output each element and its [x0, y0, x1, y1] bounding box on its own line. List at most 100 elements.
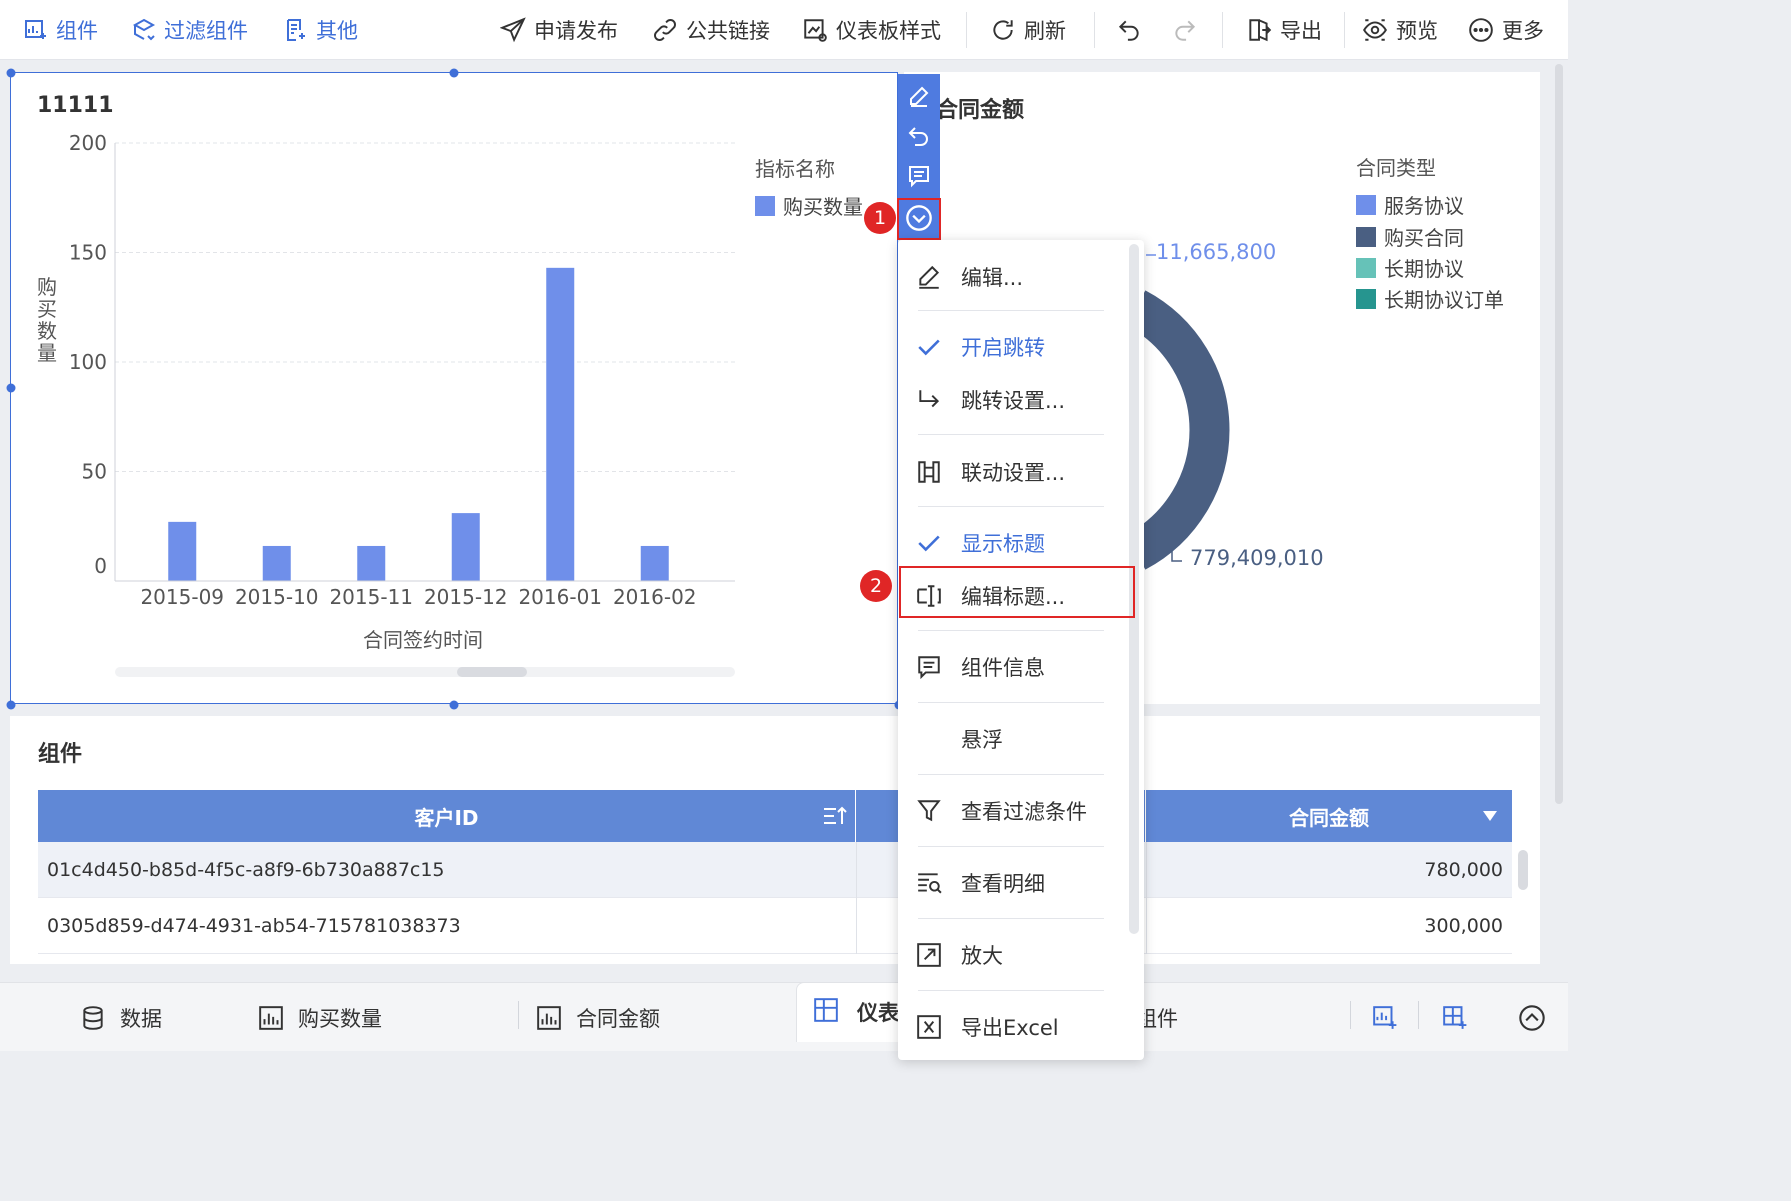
table-scrollbar-thumb[interactable] [1518, 850, 1528, 890]
tab-data[interactable]: 数据 [80, 983, 162, 1052]
menu-separator [918, 434, 1104, 435]
dashboard-style-button[interactable]: 仪表板样式 [802, 0, 941, 60]
table-row[interactable]: 0305d859-d474-4931-ab54-715781038373 300… [38, 898, 1512, 954]
check-icon [916, 334, 942, 360]
menu-item-view-filters[interactable]: 查看过滤条件 [898, 786, 1130, 836]
bar[interactable] [451, 513, 480, 581]
public-link-button[interactable]: 公共链接 [652, 0, 770, 60]
menu-item-label: 显示标题 [961, 532, 1045, 556]
menu-item-view-detail[interactable]: 查看明细 [898, 858, 1130, 908]
edit-component-button[interactable] [898, 76, 940, 116]
page-scrollbar-thumb[interactable] [1555, 64, 1563, 804]
column-header-customer-id[interactable]: 客户ID [38, 790, 856, 842]
donut-legend-item[interactable]: 购买合同 [1356, 222, 1464, 251]
menu-item-component-info[interactable]: 组件信息 [898, 642, 1130, 692]
add-chart-button[interactable] [1372, 983, 1398, 1052]
cell-divider [1146, 898, 1147, 954]
x-tick-label: 2015-11 [329, 585, 413, 609]
tab-contract-amount[interactable]: 合同金额 [536, 983, 660, 1052]
table-row[interactable]: 01c4d450-b85d-4f5c-a8f9-6b730a887c15 780… [38, 842, 1512, 898]
menu-item-float[interactable]: 悬浮 [898, 714, 1130, 764]
chart-scrollbar-track[interactable] [115, 667, 735, 677]
add-dashboard-button[interactable] [1442, 983, 1468, 1052]
column-header-label: 合同金额 [1289, 805, 1369, 830]
resize-handle[interactable] [6, 68, 16, 78]
refresh-button[interactable]: 刷新 [990, 0, 1066, 60]
undo-icon [1116, 17, 1142, 43]
tab-divider [1418, 1001, 1419, 1029]
donut-legend-item[interactable]: 服务协议 [1356, 190, 1464, 219]
undo-component-button[interactable] [898, 116, 940, 156]
check-icon [916, 530, 942, 556]
menu-separator [918, 990, 1104, 991]
redo-button[interactable] [1172, 0, 1198, 60]
menu-item-label: 跳转设置... [961, 389, 1066, 413]
bar[interactable] [262, 545, 291, 581]
add-component-icon [24, 18, 48, 42]
send-icon [500, 17, 526, 43]
other-icon [284, 18, 308, 42]
menu-item-linkage-settings[interactable]: 联动设置... [898, 447, 1130, 497]
more-button[interactable]: 更多 [1468, 0, 1544, 60]
other-button[interactable]: 其他 [284, 0, 358, 60]
bar[interactable] [640, 545, 669, 581]
x-tick-label: 2016-01 [518, 585, 602, 609]
preview-button[interactable]: 预览 [1362, 0, 1438, 60]
export-icon [1246, 17, 1272, 43]
export-excel-icon [916, 1014, 942, 1040]
resize-handle[interactable] [449, 68, 459, 78]
comment-icon [907, 164, 931, 188]
bar-legend-item[interactable]: 购买数量 [755, 191, 863, 220]
menu-item-enable-jump[interactable]: 开启跳转 [898, 322, 1130, 372]
page-scrollbar[interactable] [1552, 64, 1566, 804]
menu-item-label: 编辑... [961, 266, 1024, 290]
column-header-contract-amount[interactable]: 合同金额 [1146, 790, 1512, 842]
menu-item-jump-settings[interactable]: 跳转设置... [898, 375, 1130, 425]
bar[interactable] [168, 521, 197, 581]
menu-item-export-excel[interactable]: 导出Excel [898, 1002, 1130, 1052]
bar[interactable] [546, 267, 575, 581]
toolbar-divider [1344, 12, 1345, 48]
comment-button[interactable] [898, 156, 940, 196]
bar-chart-card[interactable]: 11111 200 150 100 50 0 2015-09 2015-10 2015-11… [6, 68, 904, 710]
donut-value-label: 11,665,800 [1156, 240, 1277, 264]
chevron-up-circle-icon [1518, 1004, 1546, 1032]
y-tick-label: 150 [69, 241, 107, 265]
x-tick-label: 2015-10 [235, 585, 319, 609]
resize-handle[interactable] [6, 700, 16, 710]
publish-button[interactable]: 申请发布 [500, 0, 618, 60]
menu-item-edit[interactable]: 编辑... [898, 252, 1130, 302]
dropdown-triangle-icon[interactable] [1482, 809, 1498, 823]
cell-contract-amount: 300,000 [1424, 915, 1503, 937]
info-icon [916, 654, 942, 680]
filter-component-button[interactable]: 过滤组件 [132, 0, 248, 60]
export-button[interactable]: 导出 [1246, 0, 1322, 60]
undo-icon [907, 124, 931, 148]
cell-contract-amount: 780,000 [1424, 859, 1503, 881]
menu-separator [918, 506, 1104, 507]
chart-scrollbar-thumb[interactable] [457, 667, 527, 677]
bar[interactable] [357, 545, 386, 581]
resize-handle[interactable] [6, 383, 16, 393]
y-axis-title: 购买数量 [37, 275, 57, 365]
highlight-box-step-2 [899, 566, 1135, 618]
toolbar-divider [1094, 12, 1095, 48]
table-card[interactable]: 组件 客户ID 合同金额 01c4d450-b85d-4f5c-a8f9-6b7… [10, 716, 1540, 964]
collapse-button[interactable] [1518, 983, 1546, 1052]
menu-separator [918, 918, 1104, 919]
edit-icon [916, 264, 942, 290]
tab-label: 仪表 [857, 1001, 899, 1025]
undo-button[interactable] [1116, 0, 1142, 60]
tab-purchase-quantity[interactable]: 购买数量 [258, 983, 382, 1052]
donut-legend-item[interactable]: 长期协议订单 [1356, 284, 1504, 313]
donut-legend-item[interactable]: 长期协议 [1356, 253, 1464, 282]
cell-divider [856, 842, 857, 898]
add-component-button[interactable]: 组件 [24, 0, 98, 60]
resize-handle[interactable] [449, 700, 459, 710]
menu-item-enlarge[interactable]: 放大 [898, 930, 1130, 980]
menu-item-label: 查看过滤条件 [961, 800, 1087, 824]
menu-item-show-title[interactable]: 显示标题 [898, 518, 1130, 568]
x-tick-label: 2015-12 [424, 585, 508, 609]
donut-slice-purchase[interactable] [1126, 290, 1230, 570]
sort-icon[interactable] [822, 804, 848, 828]
